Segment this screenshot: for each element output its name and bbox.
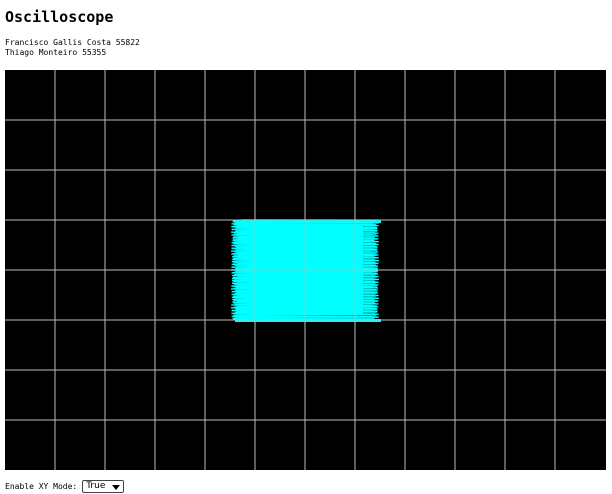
xy-mode-selected-value: True (86, 481, 106, 491)
authors-block: Francisco Gallis Costa 55822 Thiago Mont… (5, 38, 140, 58)
page-title: Oscilloscope (5, 8, 114, 26)
chevron-down-icon (112, 484, 121, 490)
author-line: Thiago Monteiro 55355 (5, 48, 107, 57)
xy-mode-select[interactable]: True (82, 480, 125, 493)
oscilloscope-canvas (5, 70, 606, 470)
xy-mode-controls: Enable XY Mode: True (5, 480, 125, 493)
scope-trace (230, 219, 381, 322)
author-line: Francisco Gallis Costa 55822 (5, 38, 140, 47)
oscilloscope-screen (5, 70, 606, 470)
xy-mode-label: Enable XY Mode: (5, 481, 78, 491)
